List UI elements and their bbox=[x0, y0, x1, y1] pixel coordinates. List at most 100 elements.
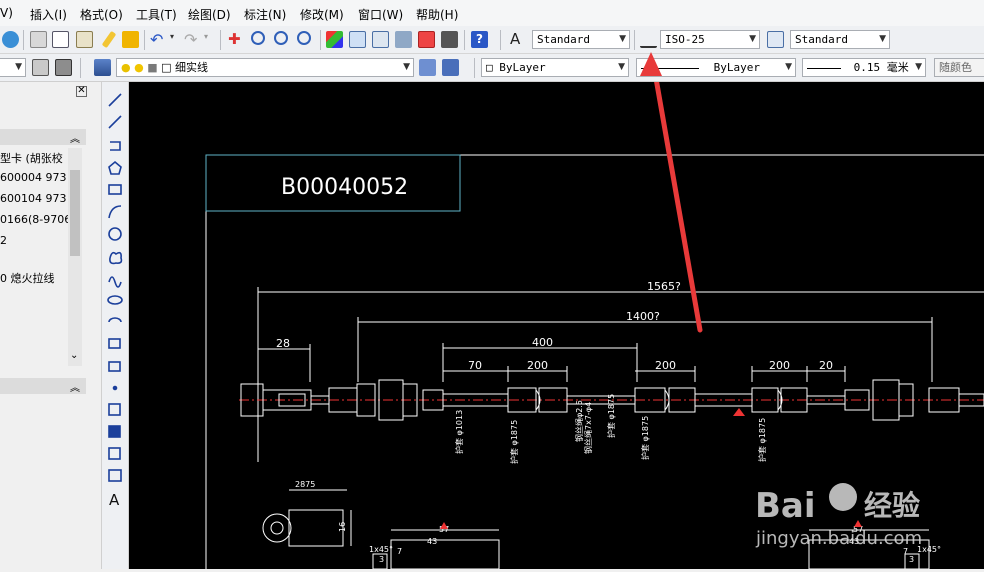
dim-text-7a: 7 bbox=[397, 547, 402, 556]
insert-block-icon bbox=[108, 338, 121, 349]
dimension-style-icon[interactable] bbox=[640, 31, 657, 48]
cut-icon[interactable] bbox=[30, 31, 47, 48]
close-icon[interactable]: ✕ bbox=[76, 86, 87, 97]
collapse-icon[interactable]: ︽ bbox=[70, 130, 80, 145]
sun-icon: ● bbox=[134, 61, 144, 74]
menu-tools[interactable]: 工具(T) bbox=[136, 6, 177, 23]
scrollbar[interactable]: ⌄ bbox=[68, 148, 82, 366]
tool-palette-icon[interactable] bbox=[372, 31, 389, 48]
zoom-realtime-icon[interactable] bbox=[251, 31, 265, 45]
note-text: 钢丝绳φ2.5 bbox=[574, 400, 584, 442]
menu-draw[interactable]: 绘图(D) bbox=[188, 6, 231, 23]
panel-section-header[interactable]: ︽ bbox=[0, 129, 86, 145]
lineweight-preview bbox=[807, 67, 841, 69]
zoom-previous-icon[interactable] bbox=[297, 31, 311, 45]
drawing-canvas[interactable]: B00040052 1565? 1400? 28 400 70 200 200 … bbox=[129, 82, 984, 569]
layer-manager-icon[interactable] bbox=[94, 59, 111, 76]
list-item[interactable]: 型卡 (胡张校 bbox=[0, 150, 63, 166]
chevron-down-icon: ▼ bbox=[15, 62, 22, 72]
color-swatch: □ bbox=[486, 61, 500, 74]
dim-text-200a: 200 bbox=[527, 359, 548, 372]
layer-previous-icon[interactable] bbox=[55, 59, 72, 76]
list-item[interactable]: 0 熄火拉线 bbox=[0, 270, 55, 286]
layer-select[interactable]: ● ● ■ □ 细实线 ▼ bbox=[116, 58, 414, 77]
draw-toolbar-icons: A bbox=[107, 93, 123, 509]
line-icon bbox=[108, 93, 122, 107]
menu-view[interactable]: V) bbox=[0, 6, 13, 20]
menu-modify[interactable]: 修改(M) bbox=[300, 6, 344, 23]
chamfer-note: 1x45° bbox=[369, 545, 393, 554]
note-text: 护套 φ1013 bbox=[454, 410, 464, 454]
paw-icon bbox=[829, 483, 857, 511]
spline-icon bbox=[108, 276, 122, 288]
text-style-select[interactable]: Standard ▼ bbox=[532, 30, 630, 49]
drawing-svg: B00040052 1565? 1400? 28 400 70 200 200 … bbox=[205, 82, 984, 569]
watermark-brand: Bai bbox=[755, 486, 816, 526]
dimension-style-select[interactable]: ISO-25 ▼ bbox=[660, 30, 760, 49]
make-block-icon bbox=[108, 361, 121, 372]
menu-format[interactable]: 格式(O) bbox=[80, 6, 123, 23]
pan-icon[interactable]: ✚ bbox=[228, 31, 245, 48]
calculator-icon[interactable] bbox=[441, 31, 458, 48]
help-icon[interactable]: ? bbox=[471, 31, 488, 48]
annotation-arrow-head bbox=[640, 52, 662, 76]
note-text: 钢丝绳7x7-φ4 bbox=[583, 402, 593, 454]
list-item[interactable]: 2 bbox=[0, 234, 7, 247]
make-current-layer-icon[interactable] bbox=[419, 59, 436, 76]
dim-text-20: 20 bbox=[819, 359, 833, 372]
scrollbar-thumb[interactable] bbox=[70, 170, 80, 256]
chevron-down-icon: ▼ bbox=[915, 62, 922, 72]
list-item[interactable]: 0166(8-9706 bbox=[0, 213, 71, 226]
workspace-select[interactable]: ▼ bbox=[0, 58, 26, 77]
detail-rod-left bbox=[390, 539, 500, 569]
redo-icon[interactable]: ↷ bbox=[184, 31, 201, 48]
table-style-icon[interactable] bbox=[767, 31, 784, 48]
dim-text-200b: 200 bbox=[655, 359, 676, 372]
menu-help[interactable]: 帮助(H) bbox=[416, 6, 458, 23]
dim-text-3a: 3 bbox=[379, 555, 384, 564]
text-style-icon[interactable]: A bbox=[510, 31, 527, 48]
lineweight-select[interactable]: 0.15 毫米 ▼ bbox=[802, 58, 926, 77]
panel-section-header[interactable]: ︽ bbox=[0, 378, 86, 394]
lightbulb-icon: ● bbox=[121, 61, 131, 74]
marker-triangle bbox=[733, 408, 745, 416]
collapse-icon[interactable]: ︽ bbox=[70, 379, 80, 394]
note-text: 护套 φ1875 bbox=[757, 418, 767, 462]
list-item[interactable]: 600004 973 bbox=[0, 171, 66, 184]
properties-icon[interactable] bbox=[326, 31, 343, 48]
globe-icon[interactable] bbox=[2, 31, 19, 48]
polyline-icon bbox=[110, 141, 121, 151]
table-style-select[interactable]: Standard ▼ bbox=[790, 30, 890, 49]
match-properties-icon[interactable] bbox=[122, 31, 139, 48]
layer-match-icon[interactable] bbox=[442, 59, 459, 76]
markup-icon[interactable] bbox=[418, 31, 435, 48]
chevron-down-icon[interactable]: ⌄ bbox=[70, 350, 78, 361]
color-select[interactable]: □ ByLayer ▼ bbox=[481, 58, 629, 77]
hatch-icon bbox=[108, 403, 121, 416]
dim-text-16: 16 bbox=[338, 522, 347, 532]
list-item[interactable]: 600104 973 bbox=[0, 192, 66, 205]
layer-state-icon[interactable] bbox=[32, 59, 49, 76]
region-icon bbox=[108, 447, 121, 460]
paste-icon[interactable] bbox=[76, 31, 93, 48]
menu-insert[interactable]: 插入(I) bbox=[30, 6, 67, 23]
menu-window[interactable]: 窗口(W) bbox=[358, 6, 403, 23]
watermark-brand-cn: 经验 bbox=[864, 489, 920, 522]
menu-dimension[interactable]: 标注(N) bbox=[244, 6, 286, 23]
undo-icon[interactable]: ↶ bbox=[150, 31, 167, 48]
design-center-icon[interactable] bbox=[349, 31, 366, 48]
watermark-url: jingyan.baidu.com bbox=[755, 528, 922, 549]
ellipse-icon bbox=[107, 295, 123, 305]
zoom-window-icon[interactable] bbox=[274, 31, 288, 45]
dim-text-400: 400 bbox=[532, 336, 553, 349]
title-block-text: B00040052 bbox=[281, 175, 408, 200]
menu-bar: V) 插入(I) 格式(O) 工具(T) 绘图(D) 标注(N) 修改(M) 窗… bbox=[0, 0, 984, 27]
dim-text-43a: 43 bbox=[427, 537, 437, 546]
brush-icon[interactable] bbox=[101, 30, 117, 49]
copy-icon[interactable] bbox=[52, 31, 69, 48]
note-text: 护套 φ1875 bbox=[606, 394, 616, 438]
lock-icon: ■ bbox=[147, 61, 158, 74]
redo-dropdown-icon[interactable]: ▾ bbox=[204, 32, 221, 49]
sheet-set-icon[interactable] bbox=[395, 31, 412, 48]
layer-color-swatch: □ bbox=[161, 61, 172, 74]
